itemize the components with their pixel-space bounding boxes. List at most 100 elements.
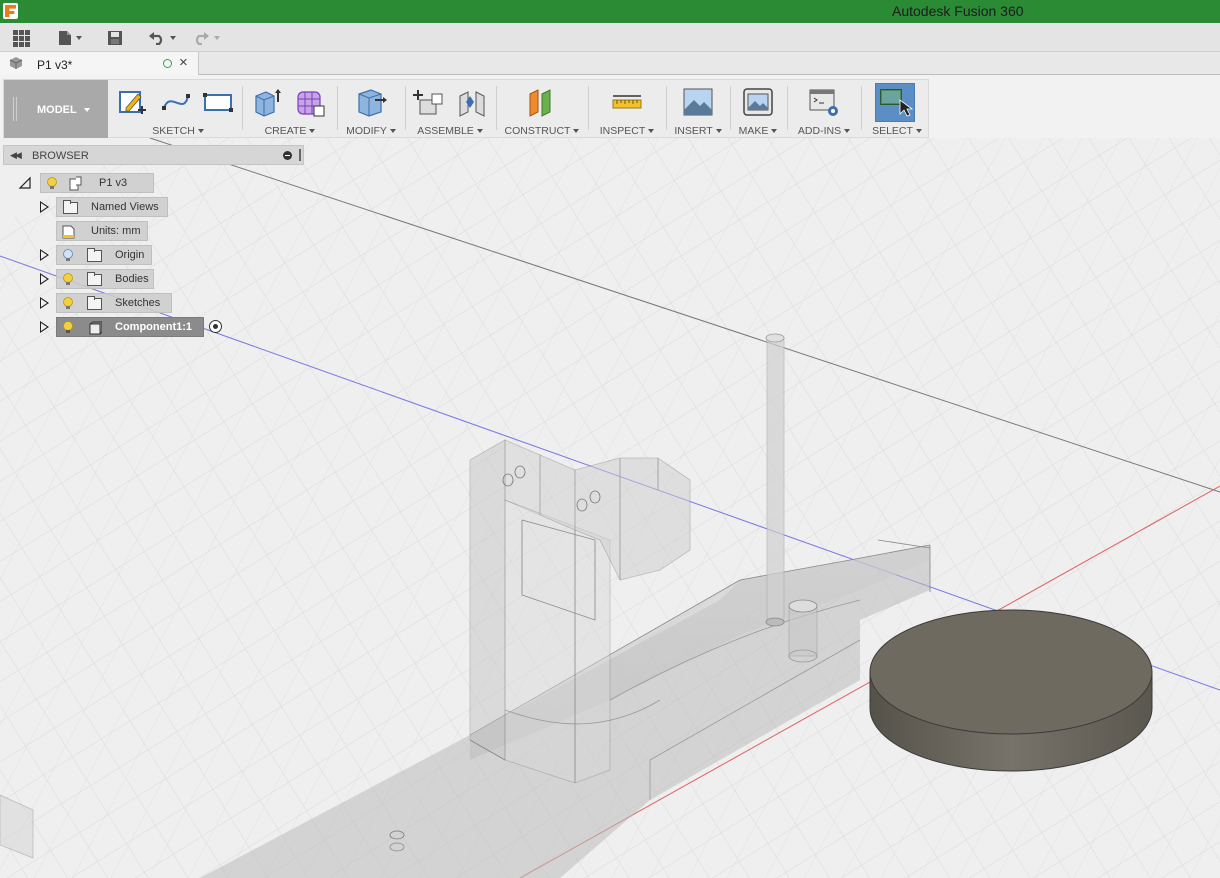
visibility-bulb-icon[interactable] — [63, 321, 73, 334]
press-pull-icon[interactable] — [355, 86, 387, 118]
minimize-browser-icon[interactable] — [283, 151, 292, 160]
origin-node[interactable]: Origin — [56, 245, 152, 265]
joint-icon[interactable] — [456, 86, 488, 118]
named-views-node[interactable]: Named Views — [56, 197, 168, 217]
expand-arrow-icon[interactable] — [40, 249, 49, 261]
document-tab[interactable]: P1 v3* × — [0, 52, 199, 75]
make-label: MAKE — [738, 125, 769, 137]
assemble-group: ASSEMBLE — [408, 80, 492, 138]
undo-icon — [149, 32, 163, 45]
redo-button[interactable] — [188, 27, 224, 49]
create-sketch-icon[interactable] — [116, 86, 148, 118]
construct-group: CONSTRUCT — [499, 80, 585, 138]
browser-root-node[interactable]: P1 v3 — [40, 173, 154, 193]
collapse-triangle-icon[interactable] — [18, 176, 32, 190]
origin-label: Origin — [115, 249, 145, 261]
bodies-label: Bodies — [115, 273, 149, 285]
visibility-bulb-off-icon[interactable] — [63, 249, 73, 262]
bodies-node[interactable]: Bodies — [56, 269, 154, 289]
activate-component-icon[interactable] — [209, 320, 222, 333]
design-cube-icon — [9, 57, 23, 69]
app-title: Autodesk Fusion 360 — [892, 3, 1024, 19]
units-node[interactable]: Units: mm — [56, 221, 148, 241]
folder-icon — [63, 200, 78, 214]
expand-arrow-icon[interactable] — [40, 201, 49, 213]
workspace-switcher[interactable]: MODEL — [4, 80, 108, 138]
create-menu[interactable]: CREATE — [246, 125, 334, 137]
create-label: CREATE — [264, 125, 307, 137]
pin-browser-icon[interactable] — [299, 149, 301, 161]
file-icon — [59, 31, 71, 45]
collapse-browser-icon[interactable]: ◀◀ — [10, 150, 22, 161]
design-document-icon — [69, 176, 82, 191]
3d-print-icon[interactable] — [742, 86, 774, 118]
model-canvas[interactable] — [0, 138, 1220, 878]
browser-header[interactable]: ◀◀ BROWSER — [3, 145, 304, 165]
add-ins-menu[interactable]: ADD-INS — [790, 125, 858, 137]
insert-image-icon[interactable] — [682, 86, 714, 118]
units-label: Units: mm — [91, 225, 141, 237]
extrude-icon[interactable] — [250, 86, 282, 118]
title-bar: Autodesk Fusion 360 — [0, 0, 1220, 23]
sketch-menu[interactable]: SKETCH — [114, 125, 242, 137]
construct-label: CONSTRUCT — [504, 125, 571, 137]
construct-menu[interactable]: CONSTRUCT — [499, 125, 585, 137]
inspect-label: INSPECT — [599, 125, 646, 137]
add-ins-label: ADD-INS — [797, 125, 842, 137]
toolbar-grip — [13, 97, 17, 121]
select-menu[interactable]: SELECT — [868, 125, 926, 137]
chevron-down-icon — [84, 108, 90, 112]
expand-arrow-icon[interactable] — [40, 297, 49, 309]
named-views-label: Named Views — [91, 201, 159, 213]
units-document-icon — [62, 225, 75, 239]
select-button[interactable] — [875, 83, 915, 122]
component-node[interactable]: Component1:1 — [56, 317, 204, 337]
modify-group: MODIFY — [340, 80, 402, 138]
measure-icon[interactable] — [611, 86, 643, 118]
component-label: Component1:1 — [115, 321, 192, 333]
component-icon — [89, 321, 102, 335]
expand-arrow-icon[interactable] — [40, 273, 49, 285]
select-label: SELECT — [872, 125, 913, 137]
expand-arrow-icon[interactable] — [40, 321, 49, 333]
sketches-label: Sketches — [115, 297, 161, 309]
folder-icon — [87, 248, 102, 262]
save-button[interactable] — [104, 27, 126, 49]
folder-icon — [87, 272, 102, 286]
grid-icon — [12, 29, 30, 47]
visibility-bulb-icon[interactable] — [63, 297, 73, 310]
select-icon — [880, 89, 914, 117]
offset-plane-icon[interactable] — [526, 86, 558, 118]
form-icon[interactable] — [294, 86, 326, 118]
make-group: MAKE — [733, 80, 783, 138]
insert-menu[interactable]: INSERT — [669, 125, 727, 137]
workspace-label: MODEL — [37, 104, 77, 116]
sketches-node[interactable]: Sketches — [56, 293, 172, 313]
new-component-icon[interactable] — [412, 86, 444, 118]
redo-icon — [195, 32, 209, 45]
3d-viewport[interactable] — [0, 138, 1220, 878]
assemble-menu[interactable]: ASSEMBLE — [408, 125, 492, 137]
inspect-menu[interactable]: INSPECT — [591, 125, 663, 137]
data-panel-button[interactable] — [10, 27, 32, 49]
make-menu[interactable]: MAKE — [733, 125, 783, 137]
select-group: SELECT — [868, 80, 926, 138]
file-menu-button[interactable] — [54, 27, 86, 49]
sketch-label: SKETCH — [152, 125, 195, 137]
sketch-group: SKETCH — [114, 80, 242, 138]
fusion-logo-icon[interactable] — [3, 3, 18, 19]
modify-menu[interactable]: MODIFY — [340, 125, 402, 137]
saved-status-icon — [163, 59, 172, 68]
rectangle-icon[interactable] — [202, 86, 234, 118]
undo-button[interactable] — [144, 27, 180, 49]
assemble-label: ASSEMBLE — [417, 125, 474, 137]
scripts-icon[interactable] — [808, 86, 840, 118]
spline-icon[interactable] — [160, 86, 192, 118]
close-tab-icon[interactable]: × — [179, 54, 188, 71]
save-icon — [108, 31, 122, 45]
modify-label: MODIFY — [346, 125, 387, 137]
browser-title: BROWSER — [32, 150, 89, 162]
visibility-bulb-icon[interactable] — [63, 273, 73, 286]
main-toolbar: MODEL SKETCH CREATE MODIFY ASSEMBLE CONS… — [3, 79, 929, 138]
visibility-bulb-icon[interactable] — [47, 177, 57, 190]
